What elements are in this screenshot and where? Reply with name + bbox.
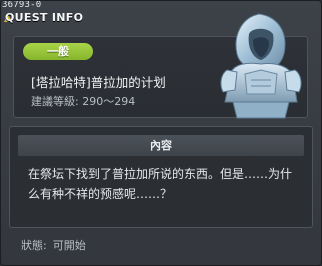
quest-info-window: 36793-0 QUEST INFO 一般 [塔拉哈特]普拉加的计划 建議等級:… bbox=[0, 0, 322, 266]
level-label: 建議等級 bbox=[31, 95, 75, 108]
hooded-armored-figure-icon bbox=[220, 13, 302, 119]
quest-status: 狀態: 可開始 bbox=[21, 237, 86, 253]
status-label: 狀態: bbox=[21, 239, 47, 252]
window-title: QUEST INFO bbox=[5, 11, 84, 24]
quest-title: [塔拉哈特]普拉加的计划 bbox=[31, 75, 166, 90]
recommended-level: 建議等級: 290～294 bbox=[31, 95, 136, 108]
quest-id: 36793-0 bbox=[2, 0, 42, 10]
level-range: 290～294 bbox=[82, 95, 136, 108]
quest-category-badge: 一般 bbox=[23, 43, 93, 60]
status-value: 可開始 bbox=[52, 239, 86, 252]
content-header: 內容 bbox=[18, 135, 304, 156]
quest-content-panel: 內容 在祭坛下找到了普拉加所说的东西。但是……为什么有种不祥的预感呢……？ bbox=[9, 126, 313, 228]
quest-description: 在祭坛下找到了普拉加所说的东西。但是……为什么有种不祥的预感呢……？ bbox=[28, 167, 293, 201]
